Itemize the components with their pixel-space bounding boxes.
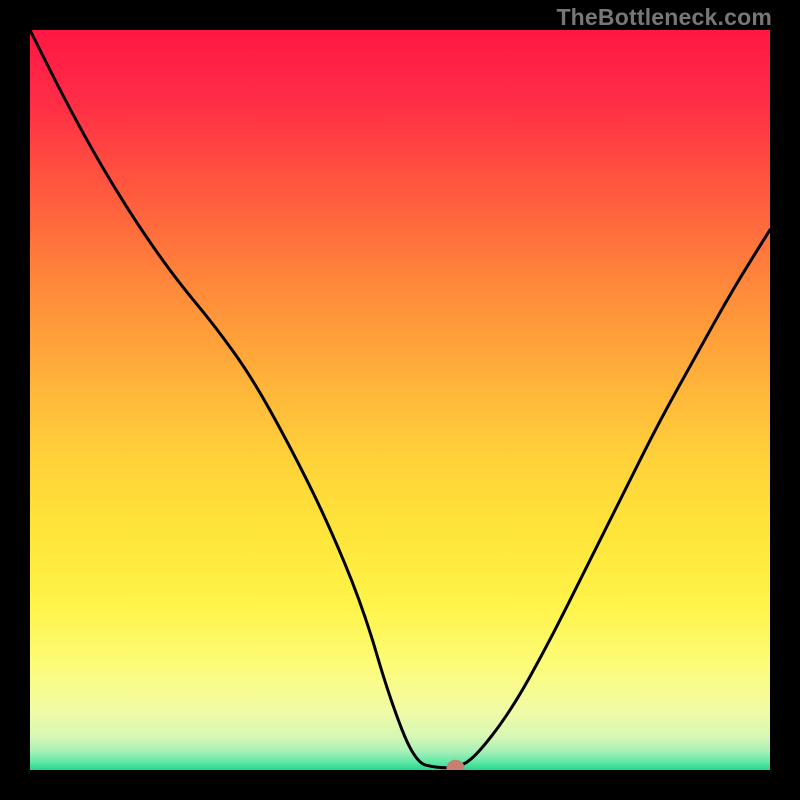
attribution-watermark: TheBottleneck.com <box>556 4 772 31</box>
gradient-background <box>30 30 770 770</box>
chart-frame: TheBottleneck.com <box>0 0 800 800</box>
chart-svg <box>30 30 770 770</box>
plot-area <box>30 30 770 770</box>
